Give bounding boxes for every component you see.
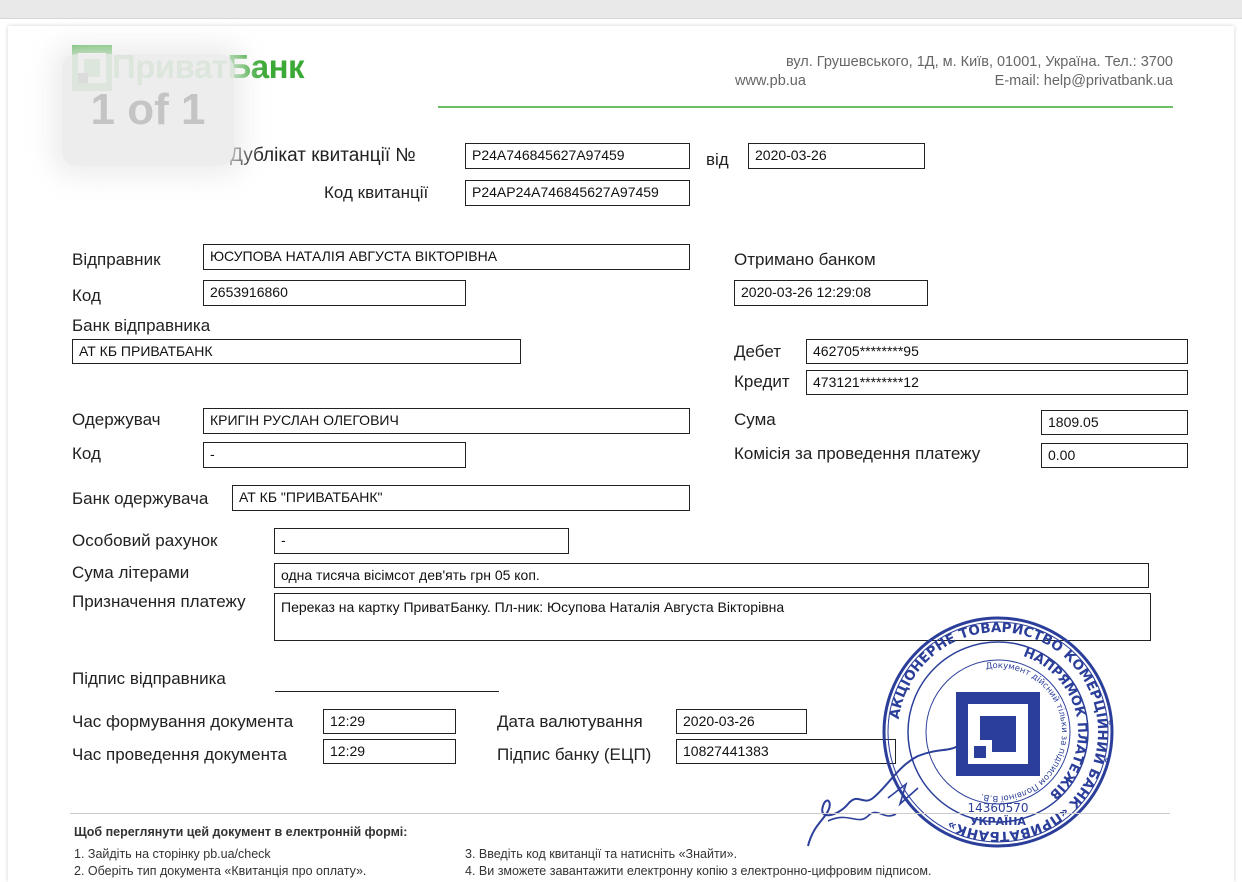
recipient-bank-label: Банк одержувача (72, 489, 209, 508)
duplicate-label: Дублікат квитанції № (230, 145, 416, 166)
sender-label: Відправник (72, 250, 161, 269)
commission-value: 0.00 (1041, 443, 1188, 468)
credit-card: 473121********12 (806, 370, 1188, 395)
help-step-1: 1. Зайдіть на сторінку pb.ua/check (74, 847, 271, 861)
debit-card: 462705********95 (806, 339, 1188, 364)
sender-name: ЮСУПОВА НАТАЛІЯ АВГУСТА ВІКТОРІВНА (203, 244, 690, 270)
sender-signature-label: Підпис відправника (72, 669, 226, 688)
header-divider (438, 106, 1173, 108)
doc-time: 12:29 (323, 709, 456, 734)
signature-line (275, 691, 499, 692)
help-title: Щоб переглянути цей документ в електронн… (74, 825, 408, 839)
recipient-bank: АТ КБ "ПРИВАТБАНК" (232, 485, 690, 511)
credit-label: Кредит (734, 372, 790, 391)
bank-address: вул. Грушевського, 1Д, м. Київ, 01001, У… (785, 54, 1173, 70)
receipt-code-label: Код квитанції (324, 183, 429, 202)
debit-label: Дебет (734, 342, 781, 361)
page-indicator: 1 of 1 (62, 54, 234, 166)
personal-account: - (274, 528, 569, 554)
handwritten-signature-icon (807, 745, 959, 847)
date-label: від (706, 150, 729, 169)
duplicate-number: P24A746845627A97459 (465, 143, 690, 169)
sender-code-label: Код (72, 286, 101, 305)
footer-divider (70, 813, 1170, 814)
amount-words-label: Сума літерами (72, 563, 190, 582)
commission-label: Комісія за проведення платежу (734, 444, 981, 463)
recipient-code: - (203, 442, 466, 468)
purpose-label: Призначення платежу (72, 592, 246, 611)
personal-account-label: Особовий рахунок (72, 531, 218, 550)
sender-bank: АТ КБ ПРИВАТБАНК (72, 339, 521, 364)
received-label: Отримано банком (734, 250, 876, 269)
sender-code: 2653916860 (203, 280, 466, 306)
receipt-date: 2020-03-26 (748, 143, 925, 169)
help-step-3: 3. Введіть код квитанції та натисніть «З… (465, 847, 738, 861)
sender-bank-label: Банк відправника (72, 316, 211, 335)
bank-signature-label: Підпис банку (ЕЦП) (497, 745, 652, 764)
recipient-name: КРИГІН РУСЛАН ОЛЕГОВИЧ (203, 408, 690, 434)
proc-time: 12:29 (323, 739, 456, 764)
bank-email: E-mail: help@privatbank.ua (994, 73, 1173, 89)
proc-time-label: Час проведення документа (72, 745, 288, 764)
receipt-code: P24AP24A746845627A97459 (465, 180, 690, 206)
help-step-4: 4. Ви зможете завантажити електронну коп… (465, 864, 932, 878)
bank-website: www.pb.ua (735, 73, 806, 89)
amount-words: одна тисяча вісімсот дев'ять грн 05 коп. (274, 563, 1149, 588)
recipient-code-label: Код (72, 444, 101, 463)
viewer-toolbar (0, 0, 1242, 19)
doc-time-label: Час формування документа (72, 712, 294, 731)
value-date-label: Дата валютування (497, 712, 643, 731)
amount-label: Сума (734, 410, 776, 429)
help-step-2: 2. Оберіть тип документа «Квитанція про … (74, 864, 367, 878)
recipient-label: Одержувач (72, 410, 161, 429)
received-datetime: 2020-03-26 12:29:08 (734, 280, 928, 306)
amount-value: 1809.05 (1041, 410, 1188, 435)
